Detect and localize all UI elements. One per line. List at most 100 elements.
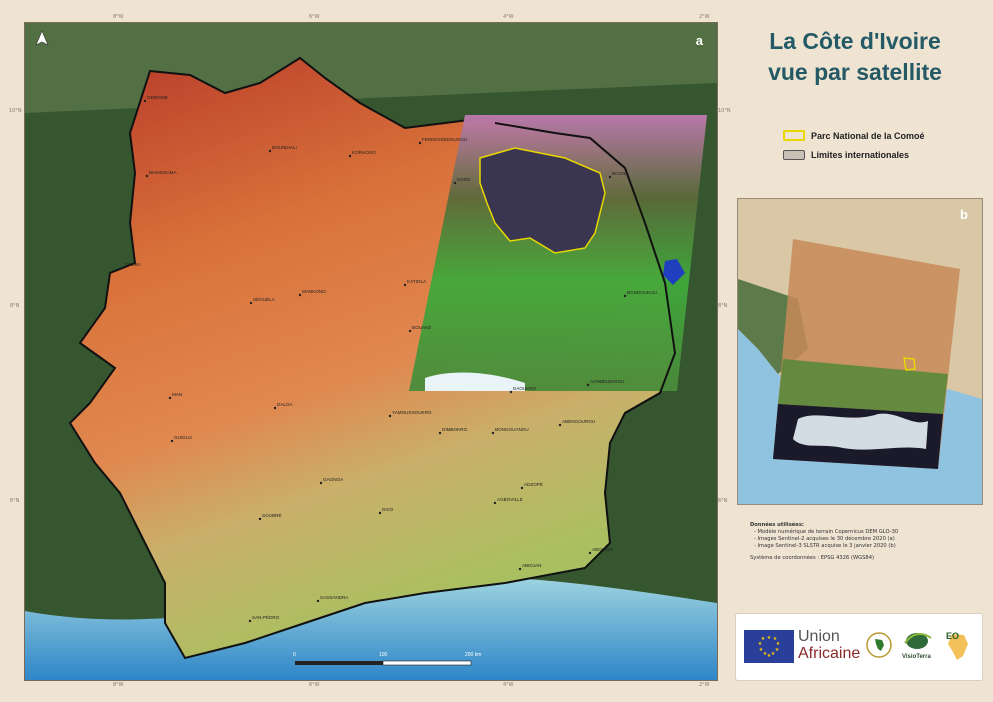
town-marker (249, 301, 253, 305)
town-marker (608, 175, 612, 179)
town-label: SOUBRÉ (262, 512, 281, 518)
grat-bottom-2w: 2°W (699, 682, 710, 688)
town-marker (453, 181, 457, 185)
map-title: La Côte d'Ivoire vue par satellite (730, 26, 980, 88)
svg-text:★: ★ (761, 636, 766, 642)
town-label: BONGOUANOU (495, 427, 529, 432)
town-label: FERKESSEDOUGOU (422, 137, 467, 142)
town-marker (268, 149, 272, 153)
credits-line-3: - Image Sentinel-3 SLSTR acquise le 3 ja… (754, 543, 896, 549)
town-marker (319, 481, 323, 485)
town-marker (378, 511, 382, 515)
town-label: DALOA (277, 402, 294, 407)
svg-text:★: ★ (767, 635, 772, 641)
panel-label-a: a (695, 33, 703, 48)
town-marker (258, 517, 262, 521)
au-logo-line2: Africaine (798, 645, 861, 662)
svg-text:★: ★ (767, 653, 772, 659)
town-marker (558, 423, 562, 427)
town-label: BOUAKÉ (412, 324, 431, 330)
town-label: KONG (457, 177, 471, 182)
map-title-line1: La Côte d'Ivoire (769, 28, 941, 54)
eo-label: EO (946, 631, 960, 641)
town-label: ABOISSO (592, 547, 613, 552)
town-marker (143, 99, 147, 103)
town-label: AGBOVILLE (497, 497, 523, 502)
town-label: ADZOPÉ (524, 481, 543, 487)
town-marker (586, 383, 590, 387)
data-credits: Données utilisées: - Modèle numérique de… (750, 522, 898, 562)
town-marker (418, 141, 422, 145)
credits-line-2: - Images Sentinel-2 acquises le 30 décem… (754, 536, 895, 542)
town-marker (145, 174, 149, 178)
town-label: BOUNA (612, 171, 629, 176)
town-label: DAOUKRO (513, 386, 537, 391)
scale-bar-left (295, 661, 383, 665)
svg-text:★: ★ (759, 647, 764, 653)
grat-right-8n: 8°N (718, 303, 728, 309)
main-map-canvas: ODIENNÉ TOUBA BOUNDIALI KORHOGO FERKESSEDOUG… (25, 23, 717, 680)
town-marker (623, 294, 627, 298)
grat-right-6n: 6°N (718, 498, 728, 504)
grat-bottom-6w: 6°W (309, 682, 320, 688)
town-marker (518, 567, 522, 571)
town-label: KORHOGO (352, 150, 376, 155)
credits-line-1: - Modèle numérique de terrain Copernicus… (754, 529, 899, 535)
town-marker (316, 599, 320, 603)
town-label: MANKONO (302, 289, 326, 294)
town-label: GUIGLO (174, 435, 192, 440)
town-label: DIVO (382, 507, 394, 512)
town-marker (248, 619, 252, 623)
town-marker (298, 293, 302, 297)
town-label: ABENGOUROU (562, 419, 595, 424)
svg-text:★: ★ (771, 651, 776, 657)
town-marker (408, 329, 412, 333)
grat-left-10n: 10°N (9, 108, 22, 114)
town-label: AGNIBILEKROU (590, 379, 624, 384)
town-marker (520, 486, 524, 490)
au-emblem-icon (866, 632, 892, 658)
au-logo-line1: Union (798, 628, 840, 645)
town-marker (348, 154, 352, 158)
credits-crs: Système de coordonnées : EPSG 4326 (WGS8… (750, 555, 875, 561)
grat-left-8n: 8°N (10, 303, 20, 309)
town-marker (388, 414, 392, 418)
inset-map-canvas (738, 199, 982, 504)
town-marker (273, 406, 277, 410)
town-marker (588, 551, 592, 555)
map-title-line2: vue par satellite (768, 59, 942, 85)
legend-park: Parc National de la Comoé (783, 130, 925, 141)
town-marker (509, 390, 513, 394)
town-marker (403, 283, 407, 287)
grat-top-4w: 4°W (503, 14, 514, 20)
grat-left-6n: 6°N (10, 498, 20, 504)
town-label: GAGNOA (323, 477, 344, 482)
town-label: KATIOLA (407, 279, 427, 284)
town-label: BIANKOUMA (149, 170, 178, 175)
town-label: ODIENNÉ (147, 94, 168, 100)
town-marker (491, 431, 495, 435)
grat-top-2w: 2°W (699, 14, 710, 20)
main-map[interactable]: ODIENNÉ TOUBA BOUNDIALI KORHOGO FERKESSEDOUG… (24, 22, 718, 681)
town-label: SÉGUÉLA (253, 296, 276, 302)
town-marker (121, 266, 125, 270)
grat-right-10n: 10°N (718, 108, 731, 114)
town-label: YAMOUSSOUKRO (392, 410, 432, 415)
town-marker (168, 396, 172, 400)
partner-logos: ★ ★ ★ ★ ★ ★ ★ ★ ★ ★ Union Africaine VisioTerra … (735, 613, 983, 681)
scale-label-100: 100 (379, 652, 388, 658)
inset-map[interactable]: b (737, 198, 983, 505)
visioterra-logo-icon (904, 633, 932, 649)
scale-label-0: 0 (293, 652, 296, 658)
grat-bottom-4w: 4°W (503, 682, 514, 688)
scale-label-200: 200 km (465, 652, 482, 658)
grat-top-8w: 8°W (113, 14, 124, 20)
panel-label-b: b (960, 207, 968, 222)
town-label: MAN (172, 392, 182, 397)
grat-top-6w: 6°W (309, 14, 320, 20)
legend-park-swatch (783, 130, 805, 141)
african-union-logo: Union Africaine (798, 628, 860, 662)
legend-park-label: Parc National de la Comoé (811, 130, 925, 141)
svg-text:★: ★ (763, 651, 768, 657)
legend-boundaries-swatch (783, 150, 805, 160)
